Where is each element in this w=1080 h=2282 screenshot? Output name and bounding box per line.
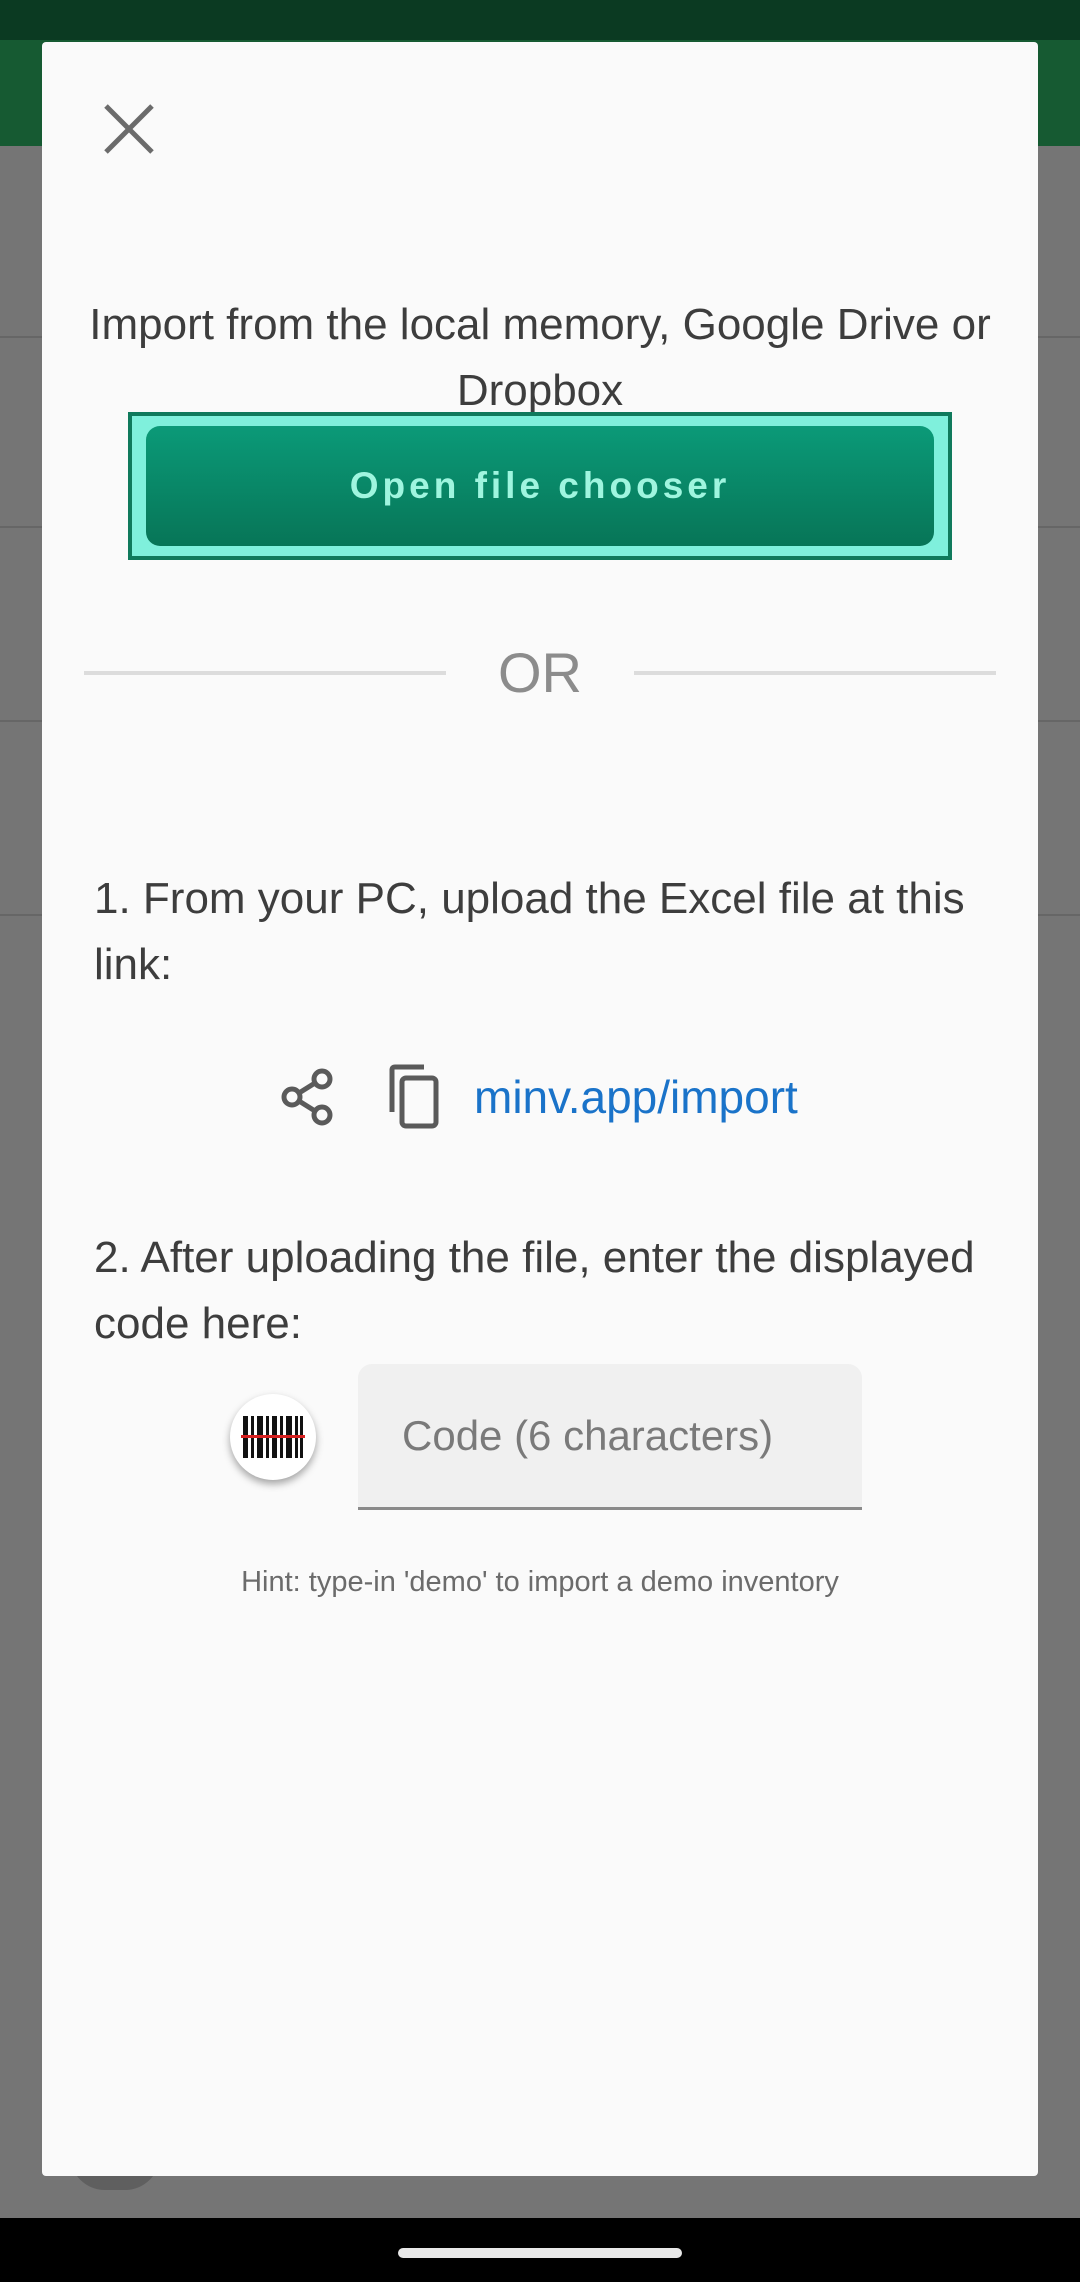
barcode-scan-icon	[241, 1416, 305, 1458]
close-button[interactable]	[94, 94, 164, 164]
or-divider-left	[84, 671, 446, 675]
close-icon	[104, 104, 154, 154]
or-divider-right	[634, 671, 996, 675]
share-button[interactable]	[278, 1067, 338, 1127]
open-file-chooser-button[interactable]: Open file chooser	[146, 426, 934, 546]
scan-barcode-button[interactable]	[230, 1394, 316, 1480]
share-icon	[281, 1068, 333, 1126]
import-dialog: Import from the local memory, Google Dri…	[42, 42, 1038, 2176]
import-link[interactable]: minv.app/import	[474, 1070, 798, 1124]
copy-link-button[interactable]	[384, 1064, 444, 1130]
file-chooser-focus-frame: Open file chooser	[128, 412, 952, 560]
home-gesture-handle[interactable]	[398, 2248, 682, 2258]
status-bar	[0, 0, 1080, 40]
import-link-row: minv.app/import	[278, 1052, 798, 1142]
copy-icon	[389, 1064, 439, 1129]
code-input[interactable]	[400, 1400, 834, 1472]
import-intro-text: Import from the local memory, Google Dri…	[89, 300, 991, 415]
step1-text: 1. From your PC, upload the Excel file a…	[94, 874, 965, 989]
step2-text: 2. After uploading the file, enter the d…	[94, 1233, 975, 1348]
code-field[interactable]	[358, 1364, 862, 1510]
hint-text: Hint: type-in 'demo' to import a demo in…	[241, 1566, 839, 1598]
or-label: OR	[498, 641, 582, 704]
